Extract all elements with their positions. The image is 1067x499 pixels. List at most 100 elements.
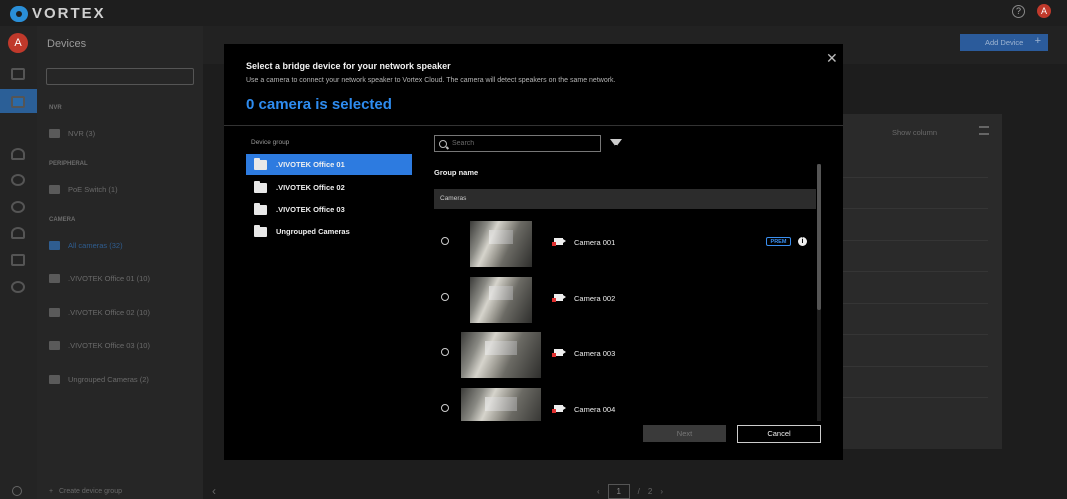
group-label: .VIVOTEK Office 01: [276, 160, 345, 169]
sidebar-item-label: Ungrouped Cameras (2): [68, 375, 149, 384]
bridge-device-modal: ✕ Select a bridge device for your networ…: [224, 44, 843, 460]
table-row: [842, 208, 988, 209]
show-column-button[interactable]: Show column: [892, 128, 937, 137]
group-name-label: Group name: [434, 168, 479, 177]
pagination: ‹ 1 / 2 ›: [597, 484, 663, 499]
folder-icon: [49, 341, 60, 350]
page-separator: /: [637, 487, 640, 496]
group-label: .VIVOTEK Office 02: [276, 183, 345, 192]
cameras-header: Cameras: [434, 189, 816, 209]
switch-icon: [49, 185, 60, 194]
list-view-icon[interactable]: [979, 126, 989, 135]
search-icon: [439, 139, 447, 148]
group-item-ungrouped[interactable]: Ungrouped Cameras: [246, 221, 412, 242]
brand-name: VORTEX: [32, 5, 106, 22]
scrollbar-thumb[interactable]: [817, 164, 821, 310]
info-icon[interactable]: i: [798, 237, 807, 246]
page-total: 2: [647, 487, 653, 496]
camera-thumbnail: [470, 277, 532, 323]
camera-icon: [552, 238, 566, 246]
sidebar-search-input[interactable]: [46, 68, 194, 85]
device-group-label: Device group: [251, 139, 290, 146]
camera-radio[interactable]: [441, 348, 449, 356]
camera-list: Camera 001 PREM i Camera 002 Camera 003 …: [434, 211, 816, 421]
group-item-office03[interactable]: .VIVOTEK Office 03: [246, 199, 412, 220]
table-row: [842, 303, 988, 304]
sidebar-item-all-cameras[interactable]: All cameras (32): [49, 241, 123, 250]
camera-name: Camera 001: [574, 238, 616, 247]
camera-thumbnail: [461, 388, 541, 421]
camera-thumbnail: [461, 332, 541, 378]
vortex-logo: VORTEX: [10, 5, 106, 22]
chevron-left-icon[interactable]: ‹: [212, 484, 216, 498]
help-icon[interactable]: ?: [1012, 5, 1025, 18]
folder-icon: [254, 157, 267, 170]
section-nvr: NVR: [49, 105, 62, 111]
sidebar-item-office03[interactable]: .VIVOTEK Office 03 (10): [49, 341, 150, 350]
group-label: .VIVOTEK Office 03: [276, 205, 345, 214]
dashboard-icon[interactable]: [11, 68, 25, 80]
modal-subtitle: Use a camera to connect your network spe…: [246, 77, 616, 84]
folder-icon: [254, 180, 267, 193]
user-avatar[interactable]: A: [1037, 4, 1051, 18]
prem-badge: PREM: [766, 237, 791, 246]
section-peripheral: PERIPHERAL: [49, 161, 88, 167]
folder-icon: [49, 274, 60, 283]
sidebar-item-ungrouped[interactable]: Ungrouped Cameras (2): [49, 375, 149, 384]
camera-icon: [552, 405, 566, 413]
table-row: [842, 177, 988, 178]
table-row: [842, 271, 988, 272]
devices-nav-active[interactable]: [0, 89, 37, 113]
camera-icon: [552, 294, 566, 302]
sidebar-item-poe[interactable]: PoE Switch (1): [49, 185, 118, 194]
camera-radio[interactable]: [441, 404, 449, 412]
table-row: [842, 240, 988, 241]
list-item[interactable]: Camera 004: [434, 378, 816, 421]
account-avatar[interactable]: A: [8, 33, 28, 53]
sidebar-item-office02[interactable]: .VIVOTEK Office 02 (10): [49, 308, 150, 317]
sidebar-item-office01[interactable]: .VIVOTEK Office 01 (10): [49, 274, 150, 283]
filter-icon[interactable]: [610, 139, 622, 151]
camera-search-input[interactable]: [452, 140, 592, 147]
sidebar-item-label: NVR (3): [68, 129, 96, 138]
close-icon[interactable]: ✕: [826, 50, 838, 67]
camera-thumbnail: [470, 221, 532, 267]
next-button[interactable]: Next: [643, 425, 726, 442]
list-item[interactable]: Camera 003: [434, 322, 816, 378]
device-table: [842, 114, 1002, 449]
camera-name: Camera 002: [574, 294, 616, 303]
camera-radio[interactable]: [441, 237, 449, 245]
folder-icon: [49, 375, 60, 384]
camera-radio[interactable]: [441, 293, 449, 301]
cancel-button[interactable]: Cancel: [737, 425, 821, 443]
sidebar-title: Devices: [47, 38, 87, 50]
prev-page-icon[interactable]: ‹: [597, 487, 600, 496]
sidebar-item-label: .VIVOTEK Office 01 (10): [68, 274, 150, 283]
list-item[interactable]: Camera 002: [434, 267, 816, 323]
devices-sidebar: Devices NVR NVR (3) PERIPHERAL PoE Switc…: [37, 26, 203, 499]
selected-count: 0 camera is selected: [246, 96, 392, 113]
cloud-logo-icon: [10, 5, 28, 22]
group-item-office01[interactable]: .VIVOTEK Office 01: [246, 154, 412, 175]
section-camera: CAMERA: [49, 217, 76, 223]
camera-icon: [552, 349, 566, 357]
list-item[interactable]: Camera 001 PREM i: [434, 211, 816, 267]
divider: [224, 125, 843, 126]
create-group-button[interactable]: + Create device group: [49, 488, 122, 495]
group-item-office02[interactable]: .VIVOTEK Office 02: [246, 177, 412, 198]
top-bar: VORTEX ? A: [0, 0, 1067, 26]
modal-title: Select a bridge device for your network …: [246, 61, 451, 71]
sidebar-item-label: PoE Switch (1): [68, 185, 118, 194]
sidebar-item-label: .VIVOTEK Office 02 (10): [68, 308, 150, 317]
folder-icon: [49, 241, 60, 250]
sidebar-item-nvr[interactable]: NVR (3): [49, 129, 95, 138]
camera-name: Camera 004: [574, 405, 616, 414]
create-group-label: Create device group: [58, 488, 122, 495]
add-device-button[interactable]: Add Device: [960, 34, 1048, 51]
next-page-icon[interactable]: ›: [660, 487, 663, 496]
sidebar-item-label: .VIVOTEK Office 03 (10): [68, 341, 150, 350]
table-row: [842, 334, 988, 335]
nvr-icon: [49, 129, 60, 138]
folder-icon: [254, 202, 267, 215]
page-input[interactable]: 1: [607, 484, 630, 499]
